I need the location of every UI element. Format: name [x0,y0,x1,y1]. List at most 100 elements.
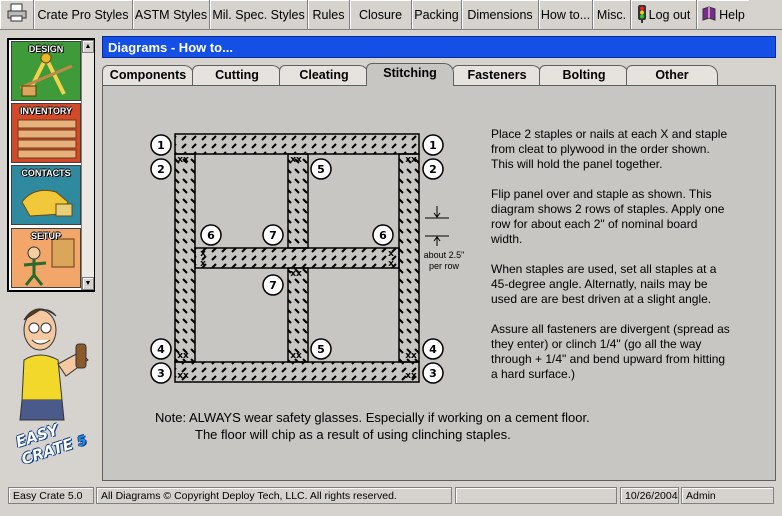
svg-text:1: 1 [157,139,165,152]
svg-text:2: 2 [429,163,437,176]
menu-label: Dimensions [467,7,533,22]
menu-label: Help [719,7,745,22]
svg-text:x: x [200,259,206,269]
status-copyright: All Diagrams © Copyright Deploy Tech, LL… [96,487,452,504]
nav-label: CONTACTS [21,168,71,178]
status-date: 10/26/2004 [620,487,679,504]
nav-design-button[interactable]: DESIGN [11,41,81,101]
tab-cleating[interactable]: Cleating [279,65,369,85]
tab-bolting[interactable]: Bolting [539,65,629,85]
svg-text:3: 3 [157,367,165,380]
nav-setup-button[interactable]: SETUP [11,228,81,288]
print-button[interactable] [0,0,34,29]
nav-contacts-button[interactable]: CONTACTS [11,165,81,225]
menu-label: Misc. [596,7,627,22]
menu-how-to[interactable]: How to... [539,0,593,29]
dimension-label-line1: about 2.5" [423,250,465,260]
menu-crate-pro-styles[interactable]: Crate Pro Styles [34,0,133,29]
nav-label: SETUP [30,231,61,241]
tab-label: Fasteners [467,68,527,82]
menu-bar: Crate Pro Styles ASTM Styles Mil. Spec. … [0,0,782,30]
svg-text:7: 7 [269,229,277,242]
tab-cutting[interactable]: Cutting [192,65,282,85]
instruction-paragraph: Assure all fasteners are divergent (spre… [491,322,730,381]
menu-astm-styles[interactable]: ASTM Styles [133,0,210,29]
svg-text:x: x [200,249,206,259]
tab-label: Cleating [299,68,349,82]
svg-text:4: 4 [429,343,437,356]
tab-label: Stitching [383,66,437,80]
logo-version: 5 [75,433,89,451]
status-bar: Easy Crate 5.0 All Diagrams © Copyright … [0,484,782,516]
svg-text:7: 7 [269,279,277,292]
svg-text:2: 2 [157,163,165,176]
help-button[interactable]: Help [697,0,749,29]
instructions: Place 2 staples or nails at each X and s… [491,127,731,397]
left-nav: DESIGN INVENTORY CONTACTS SETUP ▲ ▼ [7,38,95,292]
menu-label: Closure [358,7,403,22]
menu-label: Packing [414,7,459,22]
mascot-logo: EASY CRATE 5 [6,300,98,480]
svg-text:4: 4 [157,343,165,356]
menu-closure[interactable]: Closure [350,0,412,29]
svg-text:xx: xx [405,371,417,381]
svg-text:xx: xx [177,155,189,165]
svg-text:xx: xx [290,351,302,361]
dimension-label: about 2.5" per row [419,250,469,272]
tab-stitching[interactable]: Stitching [366,63,454,86]
menu-label: Rules [312,7,345,22]
menu-packing[interactable]: Packing [412,0,462,29]
help-book-icon [701,5,717,24]
instruction-paragraph: When staples are used, set all staples a… [491,262,717,306]
tab-label: Cutting [215,68,259,82]
logout-button[interactable]: Log out [631,0,697,29]
status-user: Admin [681,487,774,504]
dimension-label-line2: per row [428,261,459,271]
instruction-paragraph: Place 2 staples or nails at each X and s… [491,127,728,171]
nav-inventory-button[interactable]: INVENTORY [11,103,81,163]
menu-mil-spec-styles[interactable]: Mil. Spec. Styles [210,0,308,29]
svg-text:6: 6 [207,229,215,242]
printer-icon [6,3,28,26]
status-empty-panel [455,487,617,504]
stoplight-icon [637,4,647,25]
menu-dimensions[interactable]: Dimensions [462,0,539,29]
safety-note-line1: Note: ALWAYS wear safety glasses. Especi… [155,410,590,425]
nav-label: INVENTORY [19,106,72,116]
panel-title: Diagrams - How to... [102,36,776,58]
svg-text:1: 1 [429,139,437,152]
menu-label: Log out [648,7,691,22]
scroll-up-arrow-icon[interactable]: ▲ [82,40,94,53]
menu-label: How to... [540,7,591,22]
svg-text:5: 5 [317,163,325,176]
svg-text:5: 5 [317,343,325,356]
svg-text:x: x [388,249,394,259]
stitching-content: xx xx xx xx xx xx xx xx xx xx xx 11 22 5 676… [102,85,776,481]
safety-note-line2: The floor will chip as a result of using… [195,427,511,442]
svg-text:6: 6 [379,229,387,242]
svg-text:x: x [388,259,394,269]
svg-text:xx: xx [177,351,189,361]
svg-text:xx: xx [290,155,302,165]
svg-text:xx: xx [290,269,302,279]
menu-rules[interactable]: Rules [308,0,350,29]
svg-text:xx: xx [405,155,417,165]
tab-other[interactable]: Other [626,65,718,85]
scroll-down-arrow-icon[interactable]: ▼ [82,277,94,290]
instruction-paragraph: Flip panel over and staple as shown. Thi… [491,187,725,246]
menu-misc[interactable]: Misc. [593,0,631,29]
menu-label: ASTM Styles [134,7,208,22]
nav-scrollbar[interactable]: ▲ ▼ [81,40,94,290]
svg-text:xx: xx [405,351,417,361]
nav-label: DESIGN [28,44,64,54]
svg-text:xx: xx [177,371,189,381]
status-app-version: Easy Crate 5.0 [8,487,94,504]
tab-label: Components [109,68,187,82]
tab-fasteners[interactable]: Fasteners [452,65,542,85]
menu-label: Crate Pro Styles [37,7,129,22]
menu-label: Mil. Spec. Styles [212,7,305,22]
tab-label: Bolting [562,68,606,82]
tab-components[interactable]: Components [102,65,194,85]
tab-label: Other [655,68,689,82]
safety-note: Note: ALWAYS wear safety glasses. Especi… [155,409,590,443]
